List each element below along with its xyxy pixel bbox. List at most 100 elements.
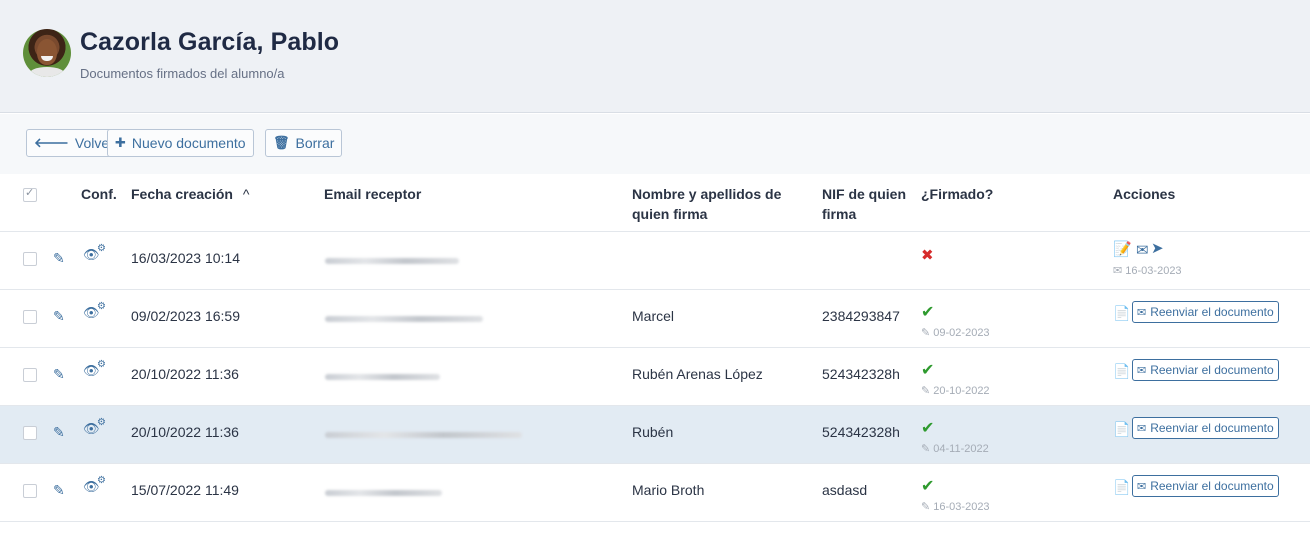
resend-document-button[interactable]: ✉ Reenviar el documento <box>1132 417 1279 439</box>
resend-label: Reenviar el documento <box>1150 479 1274 493</box>
row-nif: 2384293847 <box>822 308 900 324</box>
email-redacted <box>325 490 442 496</box>
edit-small-icon: ✎ <box>921 501 931 513</box>
email-redacted <box>325 258 459 264</box>
document-icon[interactable]: 📄 <box>1113 363 1130 380</box>
column-fecha[interactable]: Fecha creación ^ <box>131 184 249 204</box>
toolbar: 🡐 Volver ✚ Nuevo documento 🗑 Borrar <box>0 114 1310 174</box>
table-row: ✎ 👁 ⚙ 09/02/2023 16:59 Marcel 2384293847 … <box>0 290 1310 348</box>
row-nif: asdasd <box>822 482 868 498</box>
send-icon[interactable]: ➤ <box>1151 239 1164 257</box>
gear-icon: ⚙ <box>97 243 106 254</box>
sent-date-value: 16-03-2023 <box>1125 265 1182 277</box>
row-checkbox[interactable] <box>23 484 37 498</box>
row-checkbox[interactable] <box>23 426 37 440</box>
row-nif: 524342328h <box>822 424 900 440</box>
envelope-icon: ✉ <box>1137 480 1147 493</box>
column-nif: NIF de quien firma <box>822 184 906 224</box>
column-nif-line1: NIF de quien <box>822 186 906 202</box>
plus-icon: ✚ <box>115 135 126 150</box>
signed-date: ✎ 09-02-2023 <box>921 326 990 339</box>
document-icon[interactable]: 📄 <box>1113 421 1130 438</box>
signed-date: ✎ 04-11-2022 <box>921 442 989 455</box>
gear-icon: ⚙ <box>97 359 106 370</box>
column-nombre-line1: Nombre y apellidos de <box>632 186 782 202</box>
gear-icon: ⚙ <box>97 417 106 428</box>
email-redacted <box>325 316 483 322</box>
page-subtitle: Documentos firmados del alumno/a <box>80 66 285 81</box>
sent-date: ✉ 16-03-2023 <box>1113 264 1182 277</box>
new-document-button[interactable]: ✚ Nuevo documento <box>107 129 254 157</box>
resend-document-button[interactable]: ✉ Reenviar el documento <box>1132 475 1279 497</box>
row-nombre: Rubén <box>632 424 674 440</box>
signed-check-icon: ✔ <box>921 304 935 321</box>
signed-date-value: 04-11-2022 <box>933 443 989 455</box>
view-config-icon[interactable]: 👁 ⚙ <box>83 243 106 263</box>
envelope-icon: ✉ <box>1137 306 1147 319</box>
gear-icon: ⚙ <box>97 475 106 486</box>
row-actions: 📝 ✉ ➤ <box>1113 240 1164 259</box>
row-fecha: 20/10/2022 11:36 <box>131 424 239 440</box>
row-checkbox[interactable] <box>23 252 37 266</box>
row-fecha: 20/10/2022 11:36 <box>131 366 239 382</box>
edit-small-icon: ✎ <box>921 443 931 455</box>
email-redacted <box>325 432 522 438</box>
view-config-icon[interactable]: 👁 ⚙ <box>83 301 106 321</box>
column-firmado: ¿Firmado? <box>921 186 994 202</box>
view-config-icon[interactable]: 👁 ⚙ <box>83 359 106 379</box>
arrow-left-icon: 🡐 <box>34 135 69 150</box>
new-document-button-label: Nuevo documento <box>131 135 246 151</box>
signed-check-icon: ✔ <box>921 478 935 495</box>
column-fecha-label: Fecha creación <box>131 186 233 202</box>
page-header: Cazorla García, Pablo Documentos firmado… <box>0 0 1310 113</box>
sort-asc-icon: ^ <box>242 186 250 202</box>
trash-icon: 🗑 <box>273 135 290 150</box>
signed-date-value: 20-10-2022 <box>933 385 990 397</box>
resend-document-button[interactable]: ✉ Reenviar el documento <box>1132 359 1279 381</box>
column-email: Email receptor <box>324 186 422 202</box>
select-all-checkbox[interactable] <box>23 186 37 202</box>
edit-icon[interactable]: ✎ <box>53 250 65 267</box>
row-nombre: Marcel <box>632 308 675 324</box>
row-fecha: 15/07/2022 11:49 <box>131 482 239 498</box>
edit-small-icon: ✎ <box>921 385 931 397</box>
not-signed-icon: ✖ <box>921 247 934 264</box>
edit-icon[interactable]: ✎ <box>53 366 65 383</box>
signed-date-value: 16-03-2023 <box>933 501 990 513</box>
row-nombre: Mario Broth <box>632 482 705 498</box>
signed-check-icon: ✔ <box>921 362 935 379</box>
edit-icon[interactable]: ✎ <box>53 308 65 325</box>
resend-label: Reenviar el documento <box>1150 305 1274 319</box>
edit-icon[interactable]: ✎ <box>53 482 65 499</box>
delete-button[interactable]: 🗑 Borrar <box>265 129 343 157</box>
column-nombre-line2: quien firma <box>632 206 708 222</box>
view-config-icon[interactable]: 👁 ⚙ <box>83 475 106 495</box>
delete-button-label: Borrar <box>295 135 335 151</box>
row-nif: 524342328h <box>822 366 900 382</box>
row-fecha: 16/03/2023 10:14 <box>131 250 240 266</box>
envelope-icon[interactable]: ✉ <box>1136 241 1149 259</box>
sign-document-icon[interactable]: 📝 <box>1113 241 1132 258</box>
page-title: Cazorla García, Pablo <box>80 28 340 56</box>
column-nombre: Nombre y apellidos de quien firma <box>632 184 781 224</box>
row-nombre: Rubén Arenas López <box>632 366 763 382</box>
resend-label: Reenviar el documento <box>1150 421 1274 435</box>
table-row: ✎ 👁 ⚙ 20/10/2022 11:36 Rubén 524342328h ✔… <box>0 406 1310 464</box>
resend-document-button[interactable]: ✉ Reenviar el documento <box>1132 301 1279 323</box>
envelope-small-icon: ✉ <box>1113 265 1123 277</box>
envelope-icon: ✉ <box>1137 422 1147 435</box>
document-icon[interactable]: 📄 <box>1113 479 1130 496</box>
table-row: ✎ 👁 ⚙ 20/10/2022 11:36 Rubén Arenas López… <box>0 348 1310 406</box>
view-config-icon[interactable]: 👁 ⚙ <box>83 417 106 437</box>
signed-date-value: 09-02-2023 <box>933 327 990 339</box>
edit-icon[interactable]: ✎ <box>53 424 65 441</box>
column-conf: Conf. <box>81 186 117 202</box>
gear-icon: ⚙ <box>97 301 106 312</box>
row-fecha: 09/02/2023 16:59 <box>131 308 240 324</box>
row-checkbox[interactable] <box>23 310 37 324</box>
table-header: Conf. Fecha creación ^ Email receptor No… <box>0 174 1310 232</box>
edit-small-icon: ✎ <box>921 327 931 339</box>
row-checkbox[interactable] <box>23 368 37 382</box>
envelope-icon: ✉ <box>1137 364 1147 377</box>
document-icon[interactable]: 📄 <box>1113 305 1130 322</box>
